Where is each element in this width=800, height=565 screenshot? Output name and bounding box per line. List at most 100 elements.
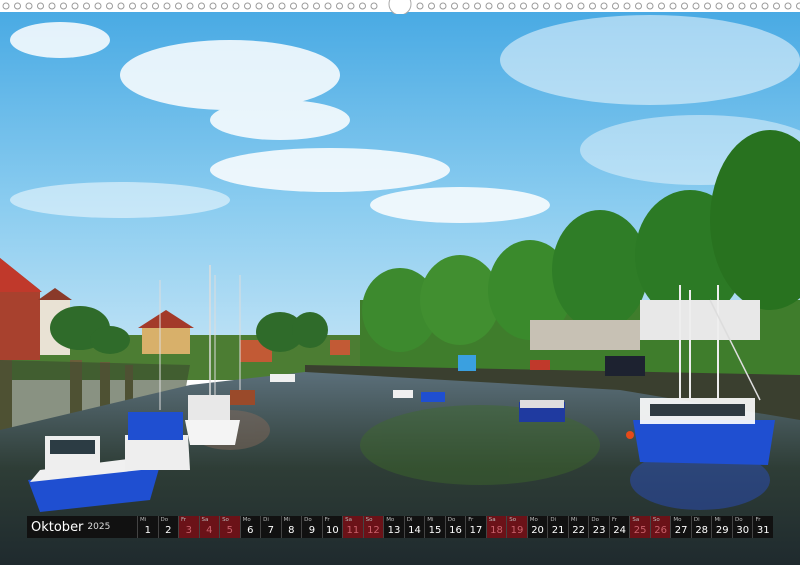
day-cell: Sa 18 (485, 516, 507, 538)
day-cell: Sa 25 (629, 516, 650, 538)
day-number: 7 (267, 525, 275, 536)
day-of-week: So (222, 517, 229, 523)
day-cell: Di 14 (403, 516, 425, 538)
day-of-week: Di (406, 517, 413, 523)
day-of-week: Do (160, 517, 169, 523)
day-number: 30 (736, 525, 750, 536)
month-year: 2025 (87, 522, 111, 532)
day-cell: Mi 29 (711, 516, 732, 538)
day-number: 22 (572, 525, 585, 536)
day-cell: Fr 31 (752, 516, 773, 538)
day-cell: Fr 24 (608, 516, 630, 538)
day-cell: Do 9 (301, 516, 322, 538)
boat-left-2 (125, 412, 190, 470)
day-number: 23 (592, 525, 606, 536)
day-number: 16 (449, 525, 462, 536)
day-number: 5 (226, 525, 233, 536)
day-number: 4 (206, 525, 213, 536)
day-of-week: Do (447, 517, 456, 523)
day-cells: Mi 1 Do 2 Fr 3 Sa 4 So 5 Mo 6 Di 7 Mi 8 Do 9 Fr 10 Sa 11 So 12 M… (137, 516, 773, 538)
day-number: 13 (387, 525, 401, 536)
harbor-photo (0, 0, 800, 565)
day-of-week: Sa (632, 517, 640, 523)
day-number: 10 (326, 525, 339, 536)
day-of-week: Fr (611, 517, 617, 523)
day-cell: Sa 11 (342, 516, 363, 538)
day-cell: Sa 4 (198, 516, 220, 538)
day-of-week: So (509, 517, 517, 523)
day-number: 1 (144, 525, 151, 536)
day-number: 9 (308, 525, 316, 536)
day-cell: Mi 22 (567, 516, 589, 538)
day-of-week: Fr (324, 517, 330, 523)
day-number: 25 (633, 525, 647, 536)
day-number: 26 (654, 525, 668, 536)
day-cell: Fr 17 (465, 516, 486, 538)
day-of-week: Mi (283, 517, 290, 523)
day-of-week: Mo (673, 517, 682, 523)
day-cell: So 5 (219, 516, 240, 538)
day-of-week: Mi (570, 517, 578, 523)
day-number: 15 (428, 525, 442, 536)
day-cell: So 12 (362, 516, 384, 538)
day-cell: Fr 10 (321, 516, 343, 538)
day-of-week: Mo (386, 517, 395, 523)
day-cell: Mo 20 (526, 516, 548, 538)
day-number: 14 (408, 525, 421, 536)
calendar-strip: Oktober 2025 Mi 1 Do 2 Fr 3 Sa 4 So 5 Mo 6 Di 7 Mi 8 Do 9… (27, 516, 773, 538)
month-label: Oktober 2025 (27, 516, 137, 538)
day-number: 27 (674, 525, 688, 536)
day-cell: Mo 27 (670, 516, 691, 538)
day-of-week: Mi (714, 517, 721, 523)
day-cell: Mo 13 (383, 516, 404, 538)
day-of-week: Do (304, 517, 312, 523)
day-of-week: Sa (488, 517, 496, 523)
day-cell: Mi 1 (137, 516, 158, 538)
day-cell: Do 16 (444, 516, 466, 538)
hanger-hole-icon (388, 0, 412, 14)
day-of-week: So (652, 517, 660, 523)
day-cell: Di 7 (260, 516, 281, 538)
day-of-week: Mo (529, 517, 538, 523)
day-of-week: Fr (468, 517, 474, 523)
day-of-week: Mo (242, 517, 251, 523)
day-cell: Mo 6 (239, 516, 261, 538)
day-number: 3 (185, 525, 192, 536)
day-of-week: Fr (181, 517, 187, 523)
day-number: 12 (367, 525, 380, 536)
day-cell: Di 28 (690, 516, 712, 538)
day-number: 24 (613, 525, 626, 536)
day-number: 11 (346, 525, 360, 536)
spiral-binding-icon (0, 0, 800, 14)
day-of-week: Do (591, 517, 599, 523)
day-cell: Do 23 (588, 516, 609, 538)
day-number: 6 (247, 525, 254, 536)
day-cell: Mi 15 (424, 516, 445, 538)
day-of-week: Mi (427, 517, 434, 523)
day-of-week: Do (734, 517, 743, 523)
day-cell: Do 30 (731, 516, 753, 538)
day-number: 2 (165, 525, 172, 536)
day-number: 18 (490, 525, 503, 536)
day-of-week: Di (693, 517, 700, 523)
day-cell: Do 2 (157, 516, 179, 538)
day-number: 19 (510, 525, 524, 536)
day-number: 28 (695, 525, 709, 536)
day-cell: So 26 (649, 516, 671, 538)
day-of-week: Di (550, 517, 557, 523)
day-of-week: Di (263, 517, 269, 523)
day-of-week: So (365, 517, 373, 523)
day-number: 21 (551, 525, 565, 536)
day-number: 31 (756, 525, 770, 536)
day-number: 8 (288, 525, 295, 536)
month-name: Oktober (31, 519, 84, 535)
day-cell: Mi 8 (280, 516, 302, 538)
day-of-week: Mi (140, 517, 147, 523)
day-number: 20 (531, 525, 544, 536)
day-of-week: Fr (755, 517, 761, 523)
day-cell: Di 21 (547, 516, 568, 538)
day-cell: So 19 (506, 516, 527, 538)
day-number: 29 (715, 525, 729, 536)
day-of-week: Sa (201, 517, 209, 523)
day-of-week: Sa (345, 517, 353, 523)
